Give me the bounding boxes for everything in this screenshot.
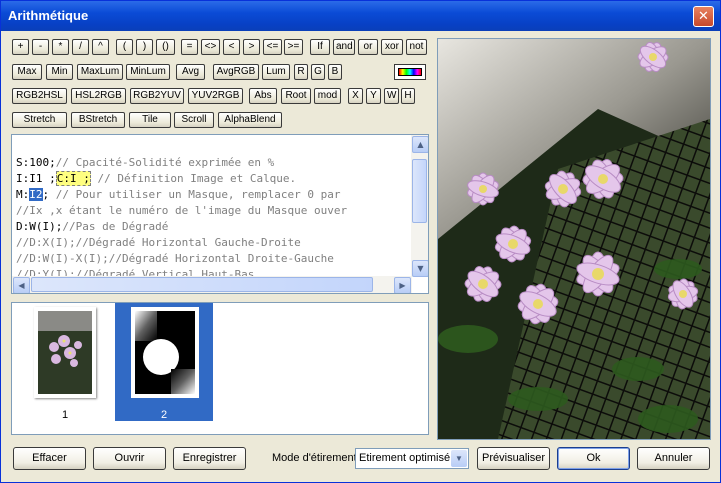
enregistrer-button[interactable]: Enregistrer: [173, 447, 246, 470]
mode-bstretch-button[interactable]: BStretch: [71, 112, 125, 128]
op-minus-button[interactable]: -: [32, 39, 49, 55]
fn-minlum-button[interactable]: MinLum: [126, 64, 170, 80]
preview-image: [437, 38, 711, 440]
mode-etirement-value: Etirement optimisé: [359, 452, 451, 464]
fn-maxlum-button[interactable]: MaxLum: [77, 64, 123, 80]
ok-button[interactable]: Ok: [557, 447, 630, 470]
mode-tile-button[interactable]: Tile: [129, 112, 171, 128]
fn-x-button[interactable]: X: [348, 88, 363, 104]
editor-vertical-scrollbar[interactable]: ▲ ▼: [411, 135, 428, 277]
color-picker-button[interactable]: [394, 64, 426, 80]
op-not-button[interactable]: not: [406, 39, 427, 55]
previsualiser-button[interactable]: Prévisualiser: [477, 447, 550, 470]
op-or-button[interactable]: or: [358, 39, 378, 55]
op-divide-button[interactable]: /: [72, 39, 89, 55]
op-xor-button[interactable]: xor: [381, 39, 403, 55]
op-not-equal-button[interactable]: <>: [201, 39, 220, 55]
fn-g-button[interactable]: G: [311, 64, 325, 80]
mode-alphablend-button[interactable]: AlphaBlend: [218, 112, 282, 128]
fn-h-button[interactable]: H: [401, 88, 415, 104]
code-line: I:I1 ;C:I ; // Définition Image et Calqu…: [16, 171, 297, 186]
fn-mod-button[interactable]: mod: [314, 88, 341, 104]
thumbnail-label: 1: [61, 409, 69, 421]
fn-y-button[interactable]: Y: [366, 88, 381, 104]
fn-b-button[interactable]: B: [328, 64, 342, 80]
fn-hsl2rgb-button[interactable]: HSL2RGB: [71, 88, 126, 104]
op-multiply-button[interactable]: *: [52, 39, 69, 55]
thumbnail-item-selected[interactable]: 2: [115, 303, 213, 421]
fn-lum-button[interactable]: Lum: [262, 64, 290, 80]
op-less-button[interactable]: <: [223, 39, 240, 55]
vertical-scroll-thumb[interactable]: [412, 159, 427, 223]
code-line: //Ix ,x étant le numéro de l'image du Ma…: [16, 204, 348, 217]
op-equal-button[interactable]: =: [181, 39, 198, 55]
code-line: M:I2; // Pour utiliser un Masque, rempla…: [16, 188, 341, 201]
image-thumbnail-list: 1 2: [11, 302, 429, 435]
op-greater-equal-button[interactable]: >=: [284, 39, 303, 55]
thumbnail-item[interactable]: 1: [16, 303, 114, 421]
fn-rgb2hsl-button[interactable]: RGB2HSL: [12, 88, 67, 104]
horizontal-scroll-thumb[interactable]: [31, 277, 373, 292]
effacer-button[interactable]: Effacer: [13, 447, 86, 470]
arithmetique-dialog: Arithmétique ✕ + - * / ^ ( ) () = <> < >…: [0, 0, 721, 483]
thumbnail-frame: [34, 307, 96, 398]
op-greater-button[interactable]: >: [243, 39, 260, 55]
op-close-paren-button[interactable]: ): [136, 39, 153, 55]
thumbnail-label: 2: [160, 409, 168, 421]
mode-etirement-label: Mode d'étirement: [272, 452, 357, 464]
op-and-button[interactable]: and: [333, 39, 355, 55]
fn-min-button[interactable]: Min: [46, 64, 73, 80]
op-if-button[interactable]: If: [310, 39, 330, 55]
op-less-equal-button[interactable]: <=: [263, 39, 282, 55]
close-button[interactable]: ✕: [693, 6, 714, 27]
fn-r-button[interactable]: R: [294, 64, 308, 80]
fn-rgb2yuv-button[interactable]: RGB2YUV: [130, 88, 184, 104]
op-open-paren-button[interactable]: (: [116, 39, 133, 55]
rainbow-icon: [398, 68, 422, 76]
scroll-left-icon[interactable]: ◀: [13, 277, 30, 293]
mode-stretch-button[interactable]: Stretch: [12, 112, 67, 128]
fn-avg-button[interactable]: Avg: [176, 64, 205, 80]
fn-max-button[interactable]: Max: [12, 64, 42, 80]
window-title: Arithmétique: [8, 8, 89, 23]
fn-yuv2rgb-button[interactable]: YUV2RGB: [188, 88, 243, 104]
fn-root-button[interactable]: Root: [281, 88, 311, 104]
flower-photo-thumbnail-icon: [38, 311, 92, 394]
mode-scroll-button[interactable]: Scroll: [174, 112, 214, 128]
scroll-up-icon[interactable]: ▲: [412, 136, 428, 153]
thumbnail-frame: [131, 307, 199, 398]
op-power-button[interactable]: ^: [92, 39, 109, 55]
annuler-button[interactable]: Annuler: [637, 447, 710, 470]
code-line: S:100;// Cpacité-Solidité exprimée en %: [16, 156, 275, 169]
mode-etirement-select[interactable]: Etirement optimisé ▼: [355, 448, 469, 469]
op-plus-button[interactable]: +: [12, 39, 29, 55]
fn-abs-button[interactable]: Abs: [249, 88, 277, 104]
scroll-right-icon[interactable]: ▶: [394, 277, 411, 293]
title-bar[interactable]: Arithmétique ✕: [1, 1, 720, 31]
formula-code[interactable]: S:100;// Cpacité-Solidité exprimée en % I…: [16, 139, 410, 293]
fn-avgrgb-button[interactable]: AvgRGB: [213, 64, 259, 80]
chevron-down-icon[interactable]: ▼: [451, 450, 467, 467]
code-line: //D:W(I)-X(I);//Dégradé Horizontal Droit…: [16, 252, 334, 265]
flower-photo-preview-icon: [438, 39, 710, 439]
fn-w-button[interactable]: W: [384, 88, 399, 104]
gradient-mask-thumbnail-icon: [135, 311, 195, 394]
scroll-down-icon[interactable]: ▼: [412, 260, 428, 277]
op-parens-button[interactable]: (): [156, 39, 175, 55]
formula-editor[interactable]: S:100;// Cpacité-Solidité exprimée en % I…: [11, 134, 429, 294]
editor-horizontal-scrollbar[interactable]: ◀ ▶: [12, 276, 412, 293]
code-line: D:W(I);//Pas de Dégradé: [16, 220, 169, 233]
ouvrir-button[interactable]: Ouvrir: [93, 447, 166, 470]
code-line: //D:X(I);//Dégradé Horizontal Gauche-Dro…: [16, 236, 301, 249]
